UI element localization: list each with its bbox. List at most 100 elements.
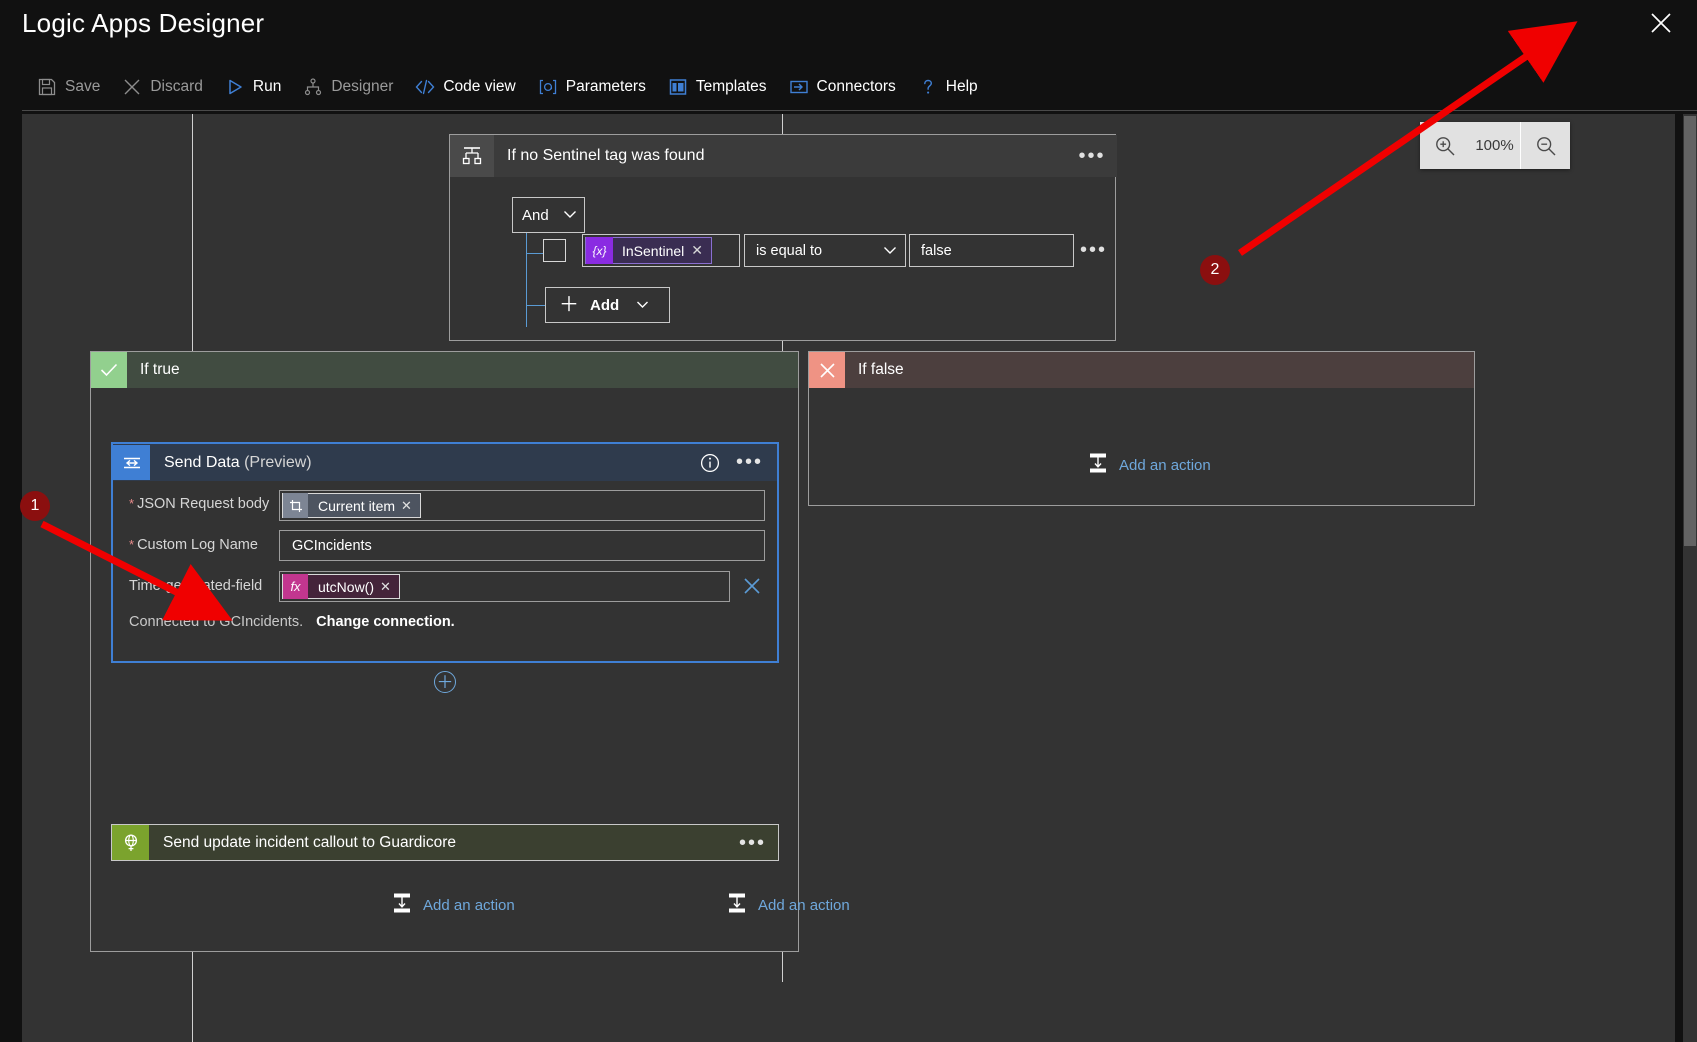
change-connection-link[interactable]: Change connection. bbox=[316, 614, 455, 630]
json-request-body-input[interactable]: Current item ✕ bbox=[279, 490, 765, 521]
code-view-label: Code view bbox=[443, 78, 516, 95]
connection-status: Connected to GCIncidents. Change connect… bbox=[129, 614, 455, 630]
condition-row-menu-button[interactable]: ••• bbox=[1080, 239, 1107, 262]
save-button[interactable]: Save bbox=[26, 70, 111, 104]
condition-value-text: false bbox=[921, 242, 952, 259]
annotation-badge-1: 1 bbox=[20, 491, 50, 521]
chevron-down-icon bbox=[636, 296, 649, 314]
code-view-icon bbox=[415, 77, 435, 97]
condition-card[interactable]: If no Sentinel tag was found ••• And {x} bbox=[449, 134, 1117, 341]
annotation-badge-2: 2 bbox=[1200, 255, 1230, 285]
parameters-label: Parameters bbox=[565, 78, 646, 95]
save-label: Save bbox=[65, 78, 101, 95]
condition-row-checkbox[interactable] bbox=[543, 239, 566, 262]
parameters-icon bbox=[538, 77, 558, 97]
expression-fx-icon: fx bbox=[283, 574, 308, 599]
help-button[interactable]: Help bbox=[907, 70, 989, 104]
plus-icon: ＋ bbox=[559, 294, 579, 316]
token-remove-icon[interactable]: ✕ bbox=[401, 498, 420, 514]
send-data-preview-tag: (Preview) bbox=[244, 453, 312, 471]
designer-icon bbox=[303, 77, 323, 97]
zoom-out-icon[interactable] bbox=[1521, 122, 1570, 169]
add-action-footer[interactable]: Add an action bbox=[726, 892, 850, 919]
token-label: Current item bbox=[318, 497, 396, 514]
condition-left-operand-field[interactable]: {x} InSentinel ✕ bbox=[582, 234, 740, 267]
designer-label: Designer bbox=[331, 78, 394, 95]
field-custom-log-name-label: * Custom Log Name bbox=[129, 537, 274, 553]
code-view-button[interactable]: Code view bbox=[404, 70, 526, 104]
connectors-button[interactable]: Connectors bbox=[778, 70, 907, 104]
token-utcnow[interactable]: fx utcNow() ✕ bbox=[282, 574, 400, 599]
add-action-label: Add an action bbox=[758, 897, 850, 914]
guardicore-action-card[interactable]: Send update incident callout to Guardico… bbox=[111, 824, 779, 861]
send-data-menu-button[interactable]: ••• bbox=[736, 448, 763, 476]
templates-button[interactable]: Templates bbox=[657, 70, 778, 104]
condition-operator-value: is equal to bbox=[756, 242, 823, 259]
templates-icon bbox=[668, 77, 688, 97]
condition-title: If no Sentinel tag was found bbox=[507, 147, 705, 164]
run-play-icon bbox=[225, 77, 245, 97]
token-current-item[interactable]: Current item ✕ bbox=[282, 493, 421, 518]
cross-icon bbox=[809, 352, 845, 388]
send-data-title-text: Send Data bbox=[164, 453, 240, 471]
send-data-title: Send Data (Preview) bbox=[164, 454, 312, 472]
connection-status-text: Connected to GCIncidents. bbox=[129, 614, 304, 630]
token-label: utcNow() bbox=[318, 578, 375, 595]
current-item-icon bbox=[283, 493, 308, 518]
field-json-request-body-label: * JSON Request body bbox=[129, 496, 274, 512]
branch-if-true[interactable]: If true Send Data (Preview) ••• * JSON R… bbox=[90, 351, 799, 952]
parameters-button[interactable]: Parameters bbox=[527, 70, 657, 104]
branch-if-false[interactable]: If false Add an action bbox=[808, 351, 1475, 506]
add-action-false-branch[interactable]: Add an action bbox=[1087, 452, 1211, 479]
insert-action-plus-button[interactable]: ＋ bbox=[434, 671, 456, 693]
logic-operator-dropdown[interactable]: And bbox=[512, 197, 585, 233]
condition-operator-dropdown[interactable]: is equal to bbox=[744, 234, 906, 267]
dynamic-content-icon: {x} bbox=[586, 237, 613, 264]
designer-button[interactable]: Designer bbox=[292, 70, 404, 104]
token-label: InSentinel bbox=[622, 242, 685, 259]
condition-row-connector bbox=[526, 233, 527, 327]
logic-operator-value: And bbox=[522, 206, 549, 224]
condition-add-button[interactable]: ＋ Add bbox=[545, 287, 670, 323]
time-generated-field-input[interactable]: fx utcNow() ✕ bbox=[279, 571, 730, 602]
page-title: Logic Apps Designer bbox=[22, 8, 265, 38]
condition-value-input[interactable]: false bbox=[909, 234, 1074, 267]
add-action-label: Add an action bbox=[1119, 457, 1211, 474]
custom-log-name-input[interactable]: GCIncidents bbox=[279, 530, 765, 561]
condition-header[interactable]: If no Sentinel tag was found ••• bbox=[450, 135, 1117, 177]
discard-label: Discard bbox=[150, 78, 203, 95]
clear-x-icon[interactable] bbox=[741, 575, 763, 597]
send-data-card[interactable]: Send Data (Preview) ••• * JSON Request bo… bbox=[111, 442, 779, 663]
insert-action-icon bbox=[726, 892, 748, 919]
discard-button[interactable]: Discard bbox=[111, 70, 214, 104]
token-remove-icon[interactable]: ✕ bbox=[691, 242, 711, 259]
condition-menu-button[interactable]: ••• bbox=[1077, 143, 1107, 169]
connectors-icon bbox=[789, 77, 809, 97]
zoom-control[interactable]: 100% bbox=[1420, 122, 1570, 169]
designer-canvas[interactable]: If no Sentinel tag was found ••• And {x} bbox=[22, 114, 1675, 1042]
logic-apps-designer-window: Logic Apps Designer Save Discard Run Des… bbox=[0, 0, 1697, 1042]
custom-log-name-value: GCIncidents bbox=[292, 537, 372, 554]
close-icon[interactable] bbox=[1639, 5, 1683, 41]
info-icon[interactable] bbox=[699, 452, 721, 474]
guardicore-globe-icon bbox=[112, 825, 149, 860]
add-action-label: Add an action bbox=[423, 897, 515, 914]
field-time-generated-label: Time-generated-field bbox=[129, 578, 263, 594]
flow-connector-bottom-stem bbox=[782, 952, 783, 982]
send-data-header[interactable]: Send Data (Preview) ••• bbox=[113, 444, 777, 481]
branch-if-false-header: If false bbox=[809, 352, 1474, 388]
run-label: Run bbox=[252, 78, 282, 95]
zoom-level-label: 100% bbox=[1475, 137, 1514, 154]
guardicore-menu-button[interactable]: ••• bbox=[739, 828, 766, 858]
templates-label: Templates bbox=[695, 78, 767, 95]
run-button[interactable]: Run bbox=[214, 70, 292, 104]
insert-action-icon bbox=[391, 892, 413, 919]
zoom-in-icon[interactable] bbox=[1420, 122, 1469, 169]
required-marker: * bbox=[129, 496, 135, 511]
branch-if-false-label: If false bbox=[858, 361, 904, 378]
condition-add-label: Add bbox=[590, 296, 620, 314]
token-insentinel[interactable]: {x} InSentinel ✕ bbox=[585, 237, 713, 264]
canvas-scrollbar-thumb[interactable] bbox=[1684, 116, 1696, 546]
token-remove-icon[interactable]: ✕ bbox=[380, 579, 399, 595]
add-action-true-branch[interactable]: Add an action bbox=[391, 892, 515, 919]
